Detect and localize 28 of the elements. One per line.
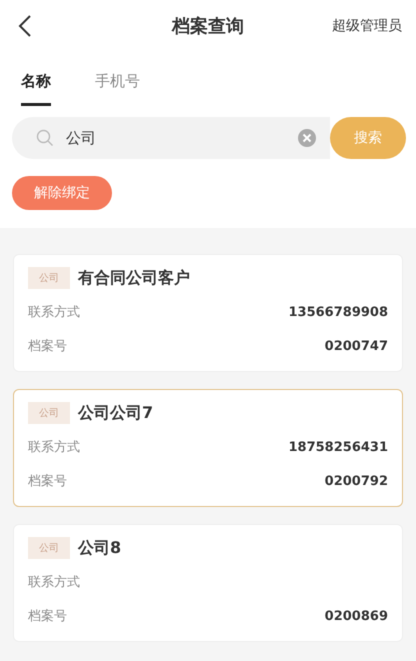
field-label: 档案号 [28,608,67,625]
record-card[interactable]: 公司 有合同公司客户 联系方式 13566789908 档案号 0200747 [13,254,403,372]
search-input[interactable]: 公司 [64,128,288,148]
field-value: 13566789908 [288,304,388,320]
field-value: 0200792 [324,474,388,488]
search-field[interactable]: 公司 [12,117,330,159]
field-value: 0200747 [324,338,388,354]
record-card[interactable]: 公司 公司公司7 联系方式 18758256431 档案号 0200792 [13,389,403,507]
back-icon[interactable] [18,15,32,37]
page-title: 档案查询 [170,15,245,38]
type-tag: 公司 [28,402,70,424]
record-name: 有合同公司客户 [78,268,190,288]
record-name: 公司8 [78,538,122,558]
user-role: 超级管理员 [332,17,402,35]
tab[interactable]: 手机号 [95,72,140,106]
field-label: 联系方式 [28,439,80,456]
field-label: 档案号 [28,473,67,490]
type-tag: 公司 [28,537,70,559]
field-value: 0200869 [324,608,388,624]
type-tag: 公司 [28,267,70,289]
search-icon [36,129,54,147]
tab[interactable]: 名称 [21,72,51,106]
field-label: 档案号 [28,338,67,355]
field-value: 18758256431 [288,440,388,454]
field-label: 联系方式 [28,304,80,321]
record-card[interactable]: 公司 公司8 联系方式 档案号 0200869 [13,524,403,642]
record-name: 公司公司7 [78,402,154,424]
field-label: 联系方式 [28,574,80,591]
